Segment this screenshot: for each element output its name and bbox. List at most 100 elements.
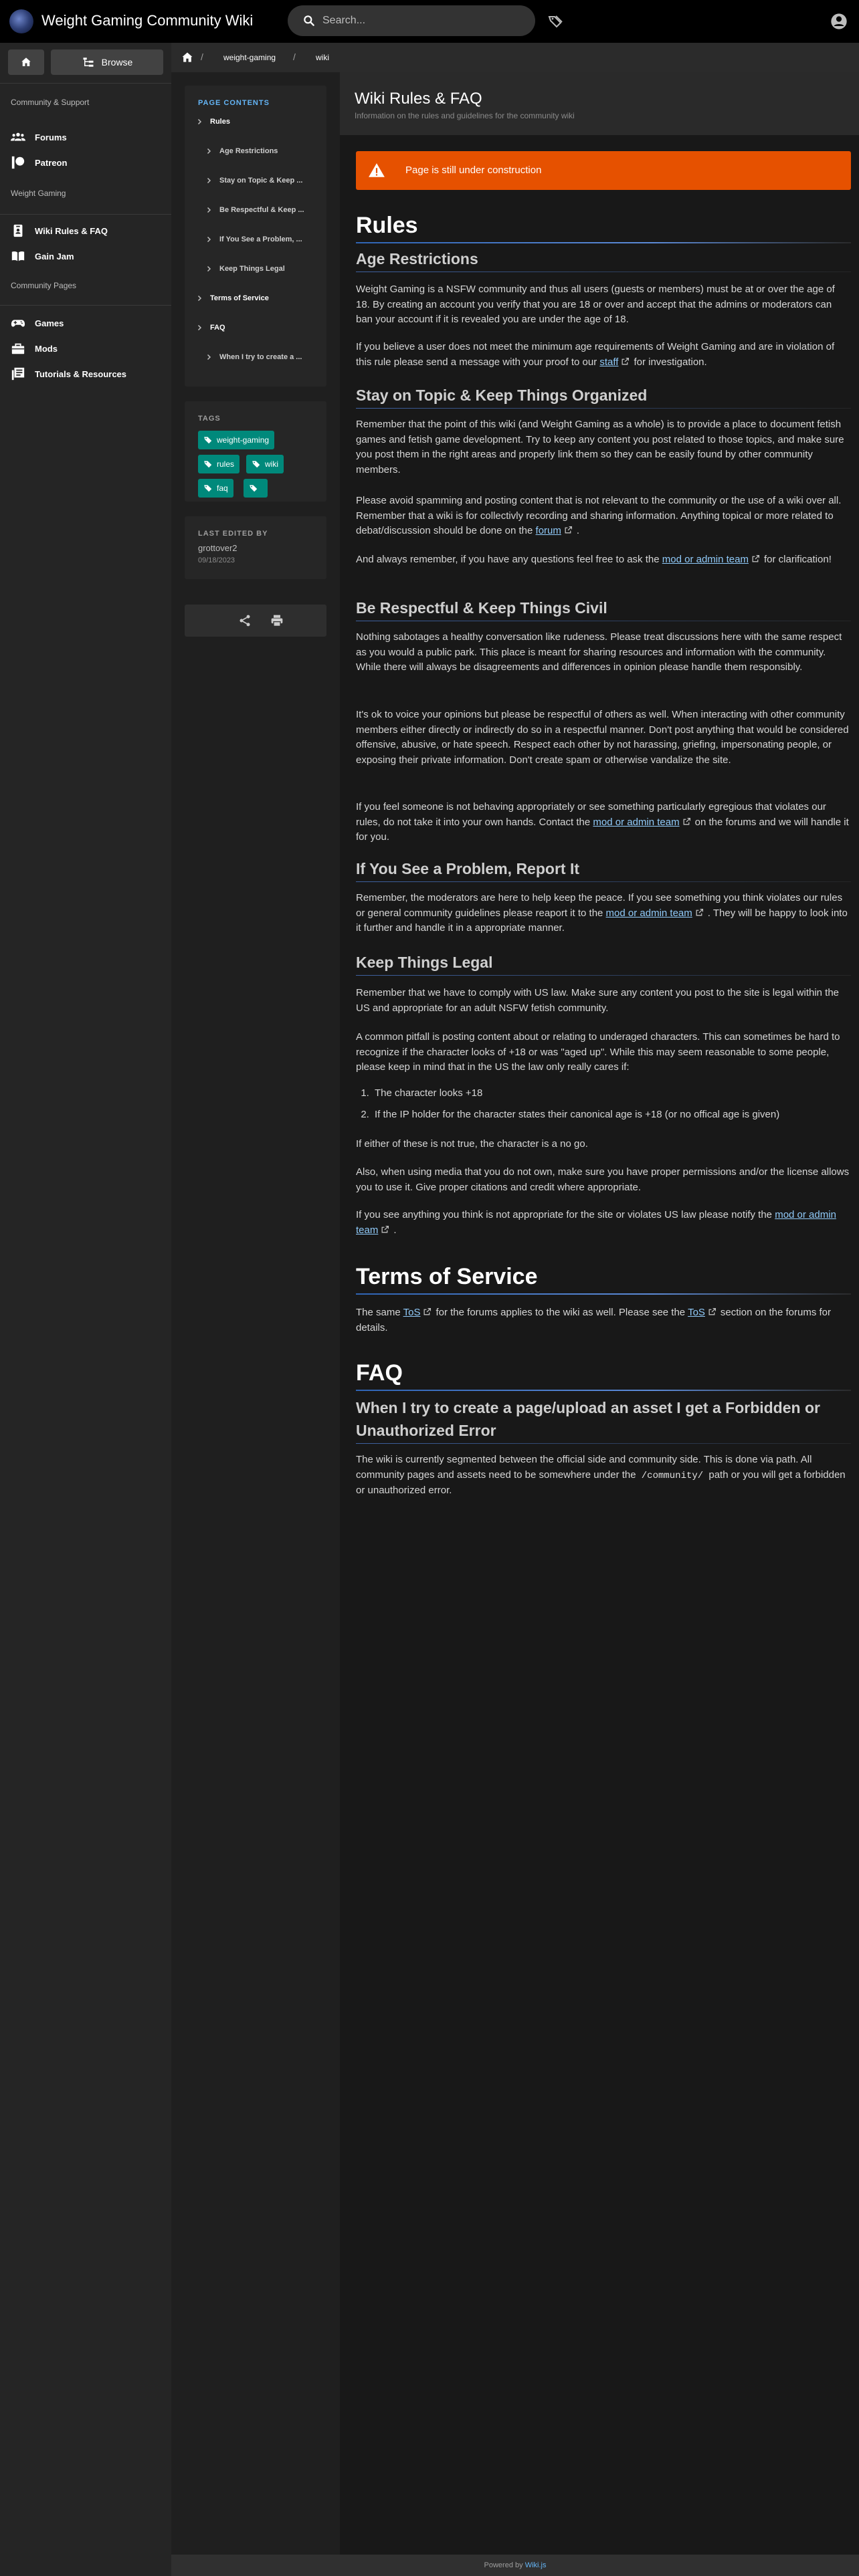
nav-item-label: Patreon <box>35 157 68 168</box>
paragraph: Also, when using media that you do not o… <box>356 1166 850 1193</box>
mod-team-link[interactable]: mod or admin team <box>662 554 749 565</box>
paragraph: If you feel someone is not behaving appr… <box>356 801 849 843</box>
page-description: Information on the rules and guidelines … <box>355 111 575 120</box>
paragraph: If you see anything you think is not app… <box>356 1209 836 1236</box>
last-edited-card: LAST EDITED BY grottover2 09/18/2023 <box>185 516 326 579</box>
open-in-new-icon <box>622 357 630 364</box>
tag-chip[interactable]: wiki <box>246 455 284 473</box>
last-edited-label: LAST EDITED BY <box>198 530 268 538</box>
site-logo[interactable] <box>9 9 33 33</box>
nav-item-label: Wiki Rules & FAQ <box>35 225 108 236</box>
chevron-right-icon <box>207 207 211 213</box>
tag-chip[interactable]: faq <box>198 479 233 498</box>
heading-faq: FAQ <box>356 1360 403 1386</box>
alert-icon <box>369 163 385 177</box>
mod-team-link[interactable]: mod or admin team <box>593 817 679 828</box>
page-content: Wiki Rules & FAQ Information on the rule… <box>340 72 859 2555</box>
tag-icon <box>204 485 212 492</box>
nav-item-mods[interactable]: Mods <box>11 341 58 356</box>
breadcrumb-item[interactable]: weight-gaming <box>215 49 284 66</box>
toc-item-tos[interactable]: Terms of Service <box>195 294 269 302</box>
construction-warning: Page is still under construction <box>356 151 851 190</box>
wikijs-link[interactable]: Wiki.js <box>525 2561 547 2569</box>
tos-link[interactable]: ToS <box>403 1307 421 1318</box>
paragraph: A common pitfall is posting content abou… <box>356 1031 840 1073</box>
nav-header-community-pages: Community Pages <box>11 281 77 290</box>
site-title[interactable]: Weight Gaming Community Wiki <box>41 12 253 29</box>
open-in-new-icon <box>752 554 760 562</box>
page-title: Wiki Rules & FAQ <box>355 90 482 108</box>
nav-item-forums[interactable]: Forums <box>11 130 67 144</box>
tag-chip[interactable]: rules <box>198 455 240 473</box>
home-icon[interactable] <box>181 51 194 64</box>
paragraph: The same ToS for the forums applies to th… <box>356 1307 832 1333</box>
paragraph: It's ok to voice your opinions but pleas… <box>356 709 849 766</box>
footer-text: Powered by <box>484 2561 523 2569</box>
tags-label: TAGS <box>198 415 221 423</box>
staff-link[interactable]: staff <box>599 356 618 368</box>
toc-item-stay-on-topic[interactable]: Stay on Topic & Keep ... <box>205 177 302 185</box>
people-icon <box>11 132 25 141</box>
tag-chip[interactable]: weight-gaming <box>198 431 275 449</box>
browse-tags-chip[interactable] <box>244 479 268 498</box>
open-in-new-icon <box>381 1225 389 1232</box>
tag-icon <box>204 461 212 468</box>
last-edited-user[interactable]: grottover2 <box>198 543 237 553</box>
heading-rule <box>356 1443 851 1444</box>
search-box[interactable] <box>288 5 535 36</box>
navigation-drawer: Browse Community & Support Forums Patreo… <box>0 43 171 2576</box>
nav-item-gain-jam[interactable]: Gain Jam <box>11 249 74 263</box>
nav-divider <box>0 214 171 215</box>
tags-card: TAGS weight-gaming rules wiki faq <box>185 401 326 502</box>
browse-button[interactable]: Browse <box>51 49 163 75</box>
badge-account-icon <box>13 224 23 237</box>
page-header: Wiki Rules & FAQ Information on the rule… <box>340 72 859 135</box>
toc-item-faq[interactable]: FAQ <box>195 324 225 332</box>
toc-item-report[interactable]: If You See a Problem, ... <box>205 235 302 243</box>
home-icon <box>21 58 31 66</box>
toc-item-be-respectful[interactable]: Be Respectful & Keep ... <box>205 206 304 214</box>
heading-terms-of-service: Terms of Service <box>356 1264 538 1289</box>
nav-item-label: Gain Jam <box>35 251 74 261</box>
paragraph: Remember that the point of this wiki (an… <box>356 419 844 475</box>
heading-rules: Rules <box>356 213 418 238</box>
chevron-right-icon <box>207 354 211 360</box>
home-button[interactable] <box>8 49 44 75</box>
breadcrumb-item[interactable]: wiki <box>308 49 337 66</box>
breadcrumb: / weight-gaming / wiki <box>171 43 859 72</box>
tos-link[interactable]: ToS <box>688 1307 705 1318</box>
paragraph: Nothing sabotages a healthy conversation… <box>356 631 842 673</box>
account-icon[interactable] <box>830 12 848 31</box>
nav-item-wiki-rules[interactable]: Wiki Rules & FAQ <box>11 223 108 238</box>
last-edited-date: 09/18/2023 <box>198 556 235 564</box>
toc-item-rules[interactable]: Rules <box>195 118 230 126</box>
heading-report: If You See a Problem, Report It <box>356 860 579 877</box>
nav-item-label: Mods <box>35 343 58 354</box>
book-open-icon <box>11 251 25 261</box>
page-contents-card: PAGE CONTENTS Rules Age Restrictions Sta… <box>185 86 326 387</box>
tags-icon[interactable] <box>547 13 563 29</box>
list-item: The character looks +18 <box>372 1086 851 1101</box>
forum-link[interactable]: forum <box>536 525 561 536</box>
chevron-right-icon <box>197 295 202 302</box>
nav-item-games[interactable]: Games <box>11 316 64 330</box>
heading-rule <box>356 881 851 882</box>
toc-item-age[interactable]: Age Restrictions <box>205 147 278 155</box>
list-item: If the IP holder for the character state… <box>372 1107 851 1123</box>
search-input[interactable] <box>322 11 516 30</box>
library-books-icon <box>11 367 25 381</box>
nav-item-patreon[interactable]: Patreon <box>11 155 67 170</box>
share-icon[interactable] <box>238 614 252 627</box>
paragraph: Please avoid spamming and posting conten… <box>356 495 842 536</box>
printer-icon[interactable] <box>270 614 284 627</box>
browse-label: Browse <box>101 57 133 68</box>
legal-criteria-list: The character looks +18 If the IP holder… <box>372 1086 851 1128</box>
open-in-new-icon <box>696 908 703 916</box>
page-sidebar: PAGE CONTENTS Rules Age Restrictions Sta… <box>171 72 340 2555</box>
toc-item-faq-forbidden[interactable]: When I try to create a ... <box>205 353 302 361</box>
mod-team-link[interactable]: mod or admin team <box>606 907 692 919</box>
paragraph: Weight Gaming is a NSFW community and th… <box>356 284 835 325</box>
toc-item-legal[interactable]: Keep Things Legal <box>205 265 285 273</box>
nav-item-tutorials[interactable]: Tutorials & Resources <box>11 366 126 381</box>
top-app-bar: Weight Gaming Community Wiki <box>0 0 859 43</box>
